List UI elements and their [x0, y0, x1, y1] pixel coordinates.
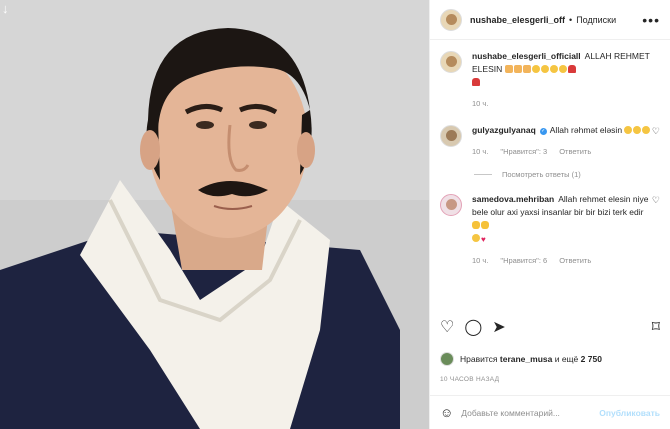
commenter-avatar[interactable] [440, 125, 462, 147]
view-replies-label: Посмотреть ответы (1) [502, 170, 581, 179]
sad-face-emoji [472, 234, 480, 242]
sad-face-emoji [642, 126, 651, 134]
caption-time: 10 ч. [472, 99, 489, 108]
post-side-panel: nushabe_elesgerli_off • Подписки ••• nus… [429, 0, 670, 429]
instagram-post-modal: ↓ nushabe_elesgerli_off • Подписки ••• n… [0, 0, 670, 429]
post-actions: ♡ ◯ ➤ ⌑ [440, 320, 660, 336]
post-photo[interactable]: ↓ [0, 0, 429, 429]
header-separator: • [569, 14, 573, 25]
sad-face-emoji [624, 126, 633, 134]
rose-emoji [472, 78, 480, 86]
paper-plane-icon[interactable]: ➤ [492, 320, 505, 336]
praying-hands-emoji [513, 65, 522, 73]
smiley-icon[interactable]: ☺ [440, 405, 453, 420]
liker-avatar [440, 352, 454, 366]
comment-input[interactable]: Добавьте комментарий... [461, 408, 599, 418]
bookmark-icon[interactable]: ⌑ [652, 320, 660, 336]
caption: nushabe_elesgerli_officiall ALLAH REHMET … [440, 50, 660, 110]
praying-hands-emoji [522, 65, 531, 73]
comment-time: 10 ч. [472, 256, 489, 265]
rose-emoji [567, 65, 576, 73]
sad-face-emoji [531, 65, 540, 73]
comment-likes[interactable]: "Нравится": 6 [500, 254, 547, 267]
comment-item: gulyazgulyanaq ✓ Allah rəhmət eləsin 10 ч.… [440, 124, 660, 158]
post-comment-button[interactable]: Опубликовать [599, 408, 660, 418]
speech-bubble-icon[interactable]: ◯ [464, 320, 482, 336]
commenter-username[interactable]: samedova.mehriban [472, 194, 554, 204]
comment-item: samedova.mehriban Allah rehmet elesin niy… [440, 193, 660, 267]
author-avatar[interactable] [440, 8, 462, 31]
view-replies-button[interactable]: Посмотреть ответы (1) [474, 170, 660, 179]
sad-face-emoji [549, 65, 558, 73]
comment-like-heart-icon[interactable]: ♡ [652, 195, 660, 206]
commenter-avatar[interactable] [440, 194, 462, 216]
post-header: nushabe_elesgerli_off • Подписки ••• [430, 0, 670, 40]
post-timestamp[interactable]: 10 ЧАСОВ НАЗАД [440, 376, 499, 383]
likes-count[interactable]: 2 750 [581, 354, 602, 364]
likes-summary[interactable]: Нравится terane_musa и ещё 2 750 [440, 352, 602, 366]
reply-button[interactable]: Ответить [559, 254, 591, 267]
verified-badge-icon: ✓ [539, 128, 547, 135]
ok-hand-emoji [472, 221, 480, 229]
following-button[interactable]: Подписки [576, 15, 616, 25]
author-username[interactable]: nushabe_elesgerli_off [470, 15, 565, 25]
likes-prefix: Нравится [460, 354, 498, 364]
heart-outline-icon[interactable]: ♡ [440, 320, 454, 336]
sad-face-emoji [540, 65, 549, 73]
comment-time: 10 ч. [472, 147, 489, 156]
ok-hand-emoji [481, 221, 489, 229]
likes-suffix: и ещё [554, 354, 579, 364]
comment-like-heart-icon[interactable]: ♡ [652, 126, 660, 137]
liker-username[interactable]: terane_musa [500, 354, 552, 364]
add-comment-bar: ☺ Добавьте комментарий... Опубликовать [430, 395, 670, 429]
reply-button[interactable]: Ответить [559, 145, 591, 158]
sad-face-emoji [558, 65, 567, 73]
praying-hands-emoji [504, 65, 513, 73]
more-options-icon[interactable]: ••• [642, 12, 660, 28]
comment-likes[interactable]: "Нравится": 3 [500, 145, 547, 158]
comment-text: Allah rəhmət eləsin [549, 125, 623, 135]
caption-avatar[interactable] [440, 51, 462, 73]
download-arrow-icon[interactable]: ↓ [2, 2, 9, 15]
comments-list: nushabe_elesgerli_officiall ALLAH REHMET … [430, 50, 670, 267]
replies-divider [474, 174, 492, 175]
portrait-image [0, 0, 429, 429]
caption-username[interactable]: nushabe_elesgerli_officiall [472, 51, 581, 61]
sad-face-emoji [633, 126, 642, 134]
red-heart-emoji: ♥ [481, 235, 486, 244]
commenter-username[interactable]: gulyazgulyanaq [472, 125, 536, 135]
